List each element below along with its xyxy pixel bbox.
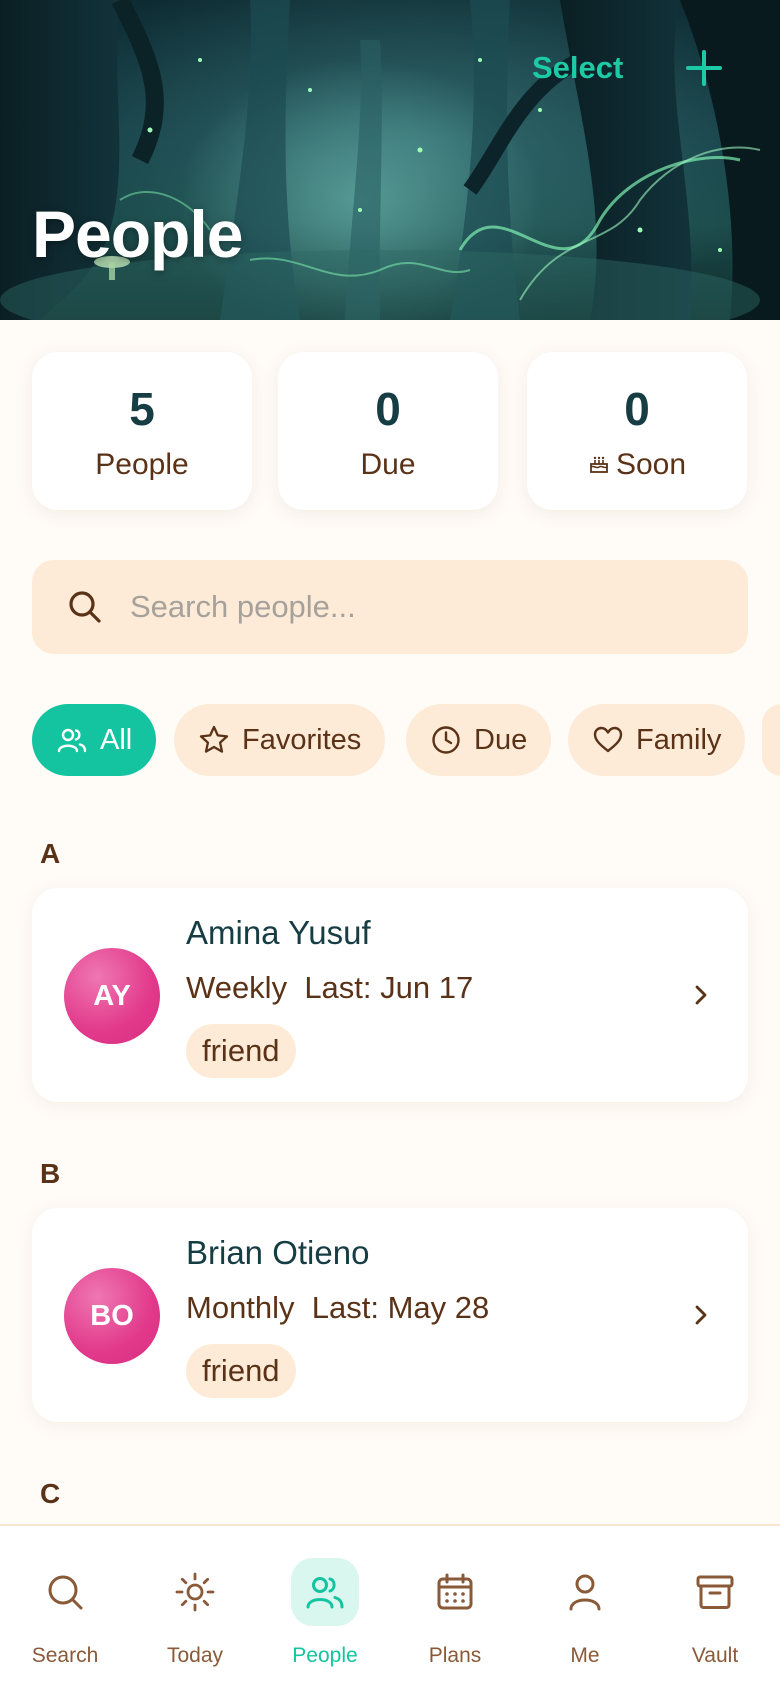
nav-item-plans[interactable]: Plans — [390, 1526, 520, 1688]
header-banner: People Select — [0, 0, 780, 320]
stat-value: 0 — [375, 383, 401, 435]
select-button[interactable]: Select — [532, 50, 623, 86]
section-letter: B — [40, 1158, 61, 1189]
person-card[interactable]: BO Brian Otieno Monthly Last: May 28 fri… — [32, 1208, 748, 1422]
stat-label-wrap: Soon — [527, 448, 747, 482]
filter-chip-all[interactable]: All — [32, 704, 157, 776]
nav-label: Search — [31, 1644, 99, 1667]
stat-card-soon: 0 Soon — [527, 352, 747, 510]
nav-label: Plans — [428, 1644, 482, 1667]
nav-icon-wrap — [31, 1558, 99, 1626]
avatar: AY — [64, 948, 160, 1044]
person-frequency: Weekly — [186, 970, 288, 1005]
nav-icon-wrap — [421, 1558, 489, 1626]
nav-item-today[interactable]: Today — [130, 1526, 260, 1688]
person-meta: Weekly Last: Jun 17 — [186, 970, 473, 1006]
filter-chip-favorites[interactable]: Favorites — [174, 704, 386, 776]
person-card[interactable]: AY Amina Yusuf Weekly Last: Jun 17 frien… — [32, 888, 748, 1102]
nav-icon-wrap — [161, 1558, 229, 1626]
filter-chip-label: Family — [636, 723, 722, 756]
search-icon — [48, 1575, 83, 1610]
bottom-nav: Search Today People Plans Me Vault — [0, 1524, 780, 1688]
person-tag: friend — [186, 1024, 296, 1078]
forest-background-image — [0, 0, 780, 320]
stat-label: Soon — [615, 448, 687, 481]
filter-chip-family[interactable]: Family — [568, 704, 746, 776]
search-input[interactable] — [130, 589, 690, 625]
person-name: Brian Otieno — [186, 1234, 370, 1271]
filter-chip-label: Due — [474, 723, 528, 756]
stat-label: Due — [360, 448, 416, 481]
person-meta: Monthly Last: May 28 — [186, 1290, 489, 1326]
filter-chip-more[interactable] — [762, 704, 780, 776]
search-bar[interactable] — [32, 560, 748, 654]
chevron-right-icon — [695, 1305, 707, 1325]
filter-chip-label: All — [100, 723, 133, 756]
heart-icon — [593, 726, 623, 753]
stat-label: People — [95, 448, 189, 481]
person-frequency: Monthly — [186, 1290, 295, 1325]
nav-item-me[interactable]: Me — [520, 1526, 650, 1688]
nav-label: Me — [570, 1644, 600, 1667]
person-name: Amina Yusuf — [186, 914, 371, 951]
sun-icon — [175, 1572, 215, 1612]
avatar: BO — [64, 1268, 160, 1364]
star-icon — [199, 725, 229, 753]
filter-chip-due[interactable]: Due — [406, 704, 552, 776]
nav-icon-wrap — [681, 1558, 749, 1626]
chevron-right-icon — [695, 985, 707, 1005]
stat-value: 0 — [624, 383, 650, 435]
nav-icon-wrap — [291, 1558, 359, 1626]
plus-icon[interactable] — [682, 46, 726, 90]
nav-label: Today — [166, 1644, 224, 1667]
page-title: People — [32, 197, 243, 271]
filter-chip-label: Favorites — [242, 723, 362, 756]
nav-item-vault[interactable]: Vault — [650, 1526, 780, 1688]
stat-card-due: 0 Due — [278, 352, 498, 510]
nav-label: Vault — [691, 1644, 739, 1667]
cake-icon — [590, 456, 608, 473]
person-last-contact: Last: May 28 — [311, 1290, 490, 1325]
stat-card-people: 5 People — [32, 352, 252, 510]
person-tag: friend — [186, 1344, 296, 1398]
nav-item-search[interactable]: Search — [0, 1526, 130, 1688]
nav-icon-wrap — [551, 1558, 619, 1626]
users-icon — [57, 728, 87, 753]
clock-icon — [432, 726, 460, 754]
search-icon — [69, 591, 101, 623]
stat-value: 5 — [129, 383, 155, 435]
user-icon — [569, 1574, 601, 1611]
person-last-contact: Last: Jun 17 — [304, 970, 474, 1005]
section-letter: C — [40, 1478, 61, 1509]
users-icon — [306, 1577, 344, 1609]
nav-label: People — [292, 1644, 358, 1667]
section-letter: A — [40, 838, 61, 869]
nav-item-people[interactable]: People — [260, 1526, 390, 1688]
archive-icon — [696, 1575, 734, 1609]
calendar-icon — [437, 1573, 473, 1610]
